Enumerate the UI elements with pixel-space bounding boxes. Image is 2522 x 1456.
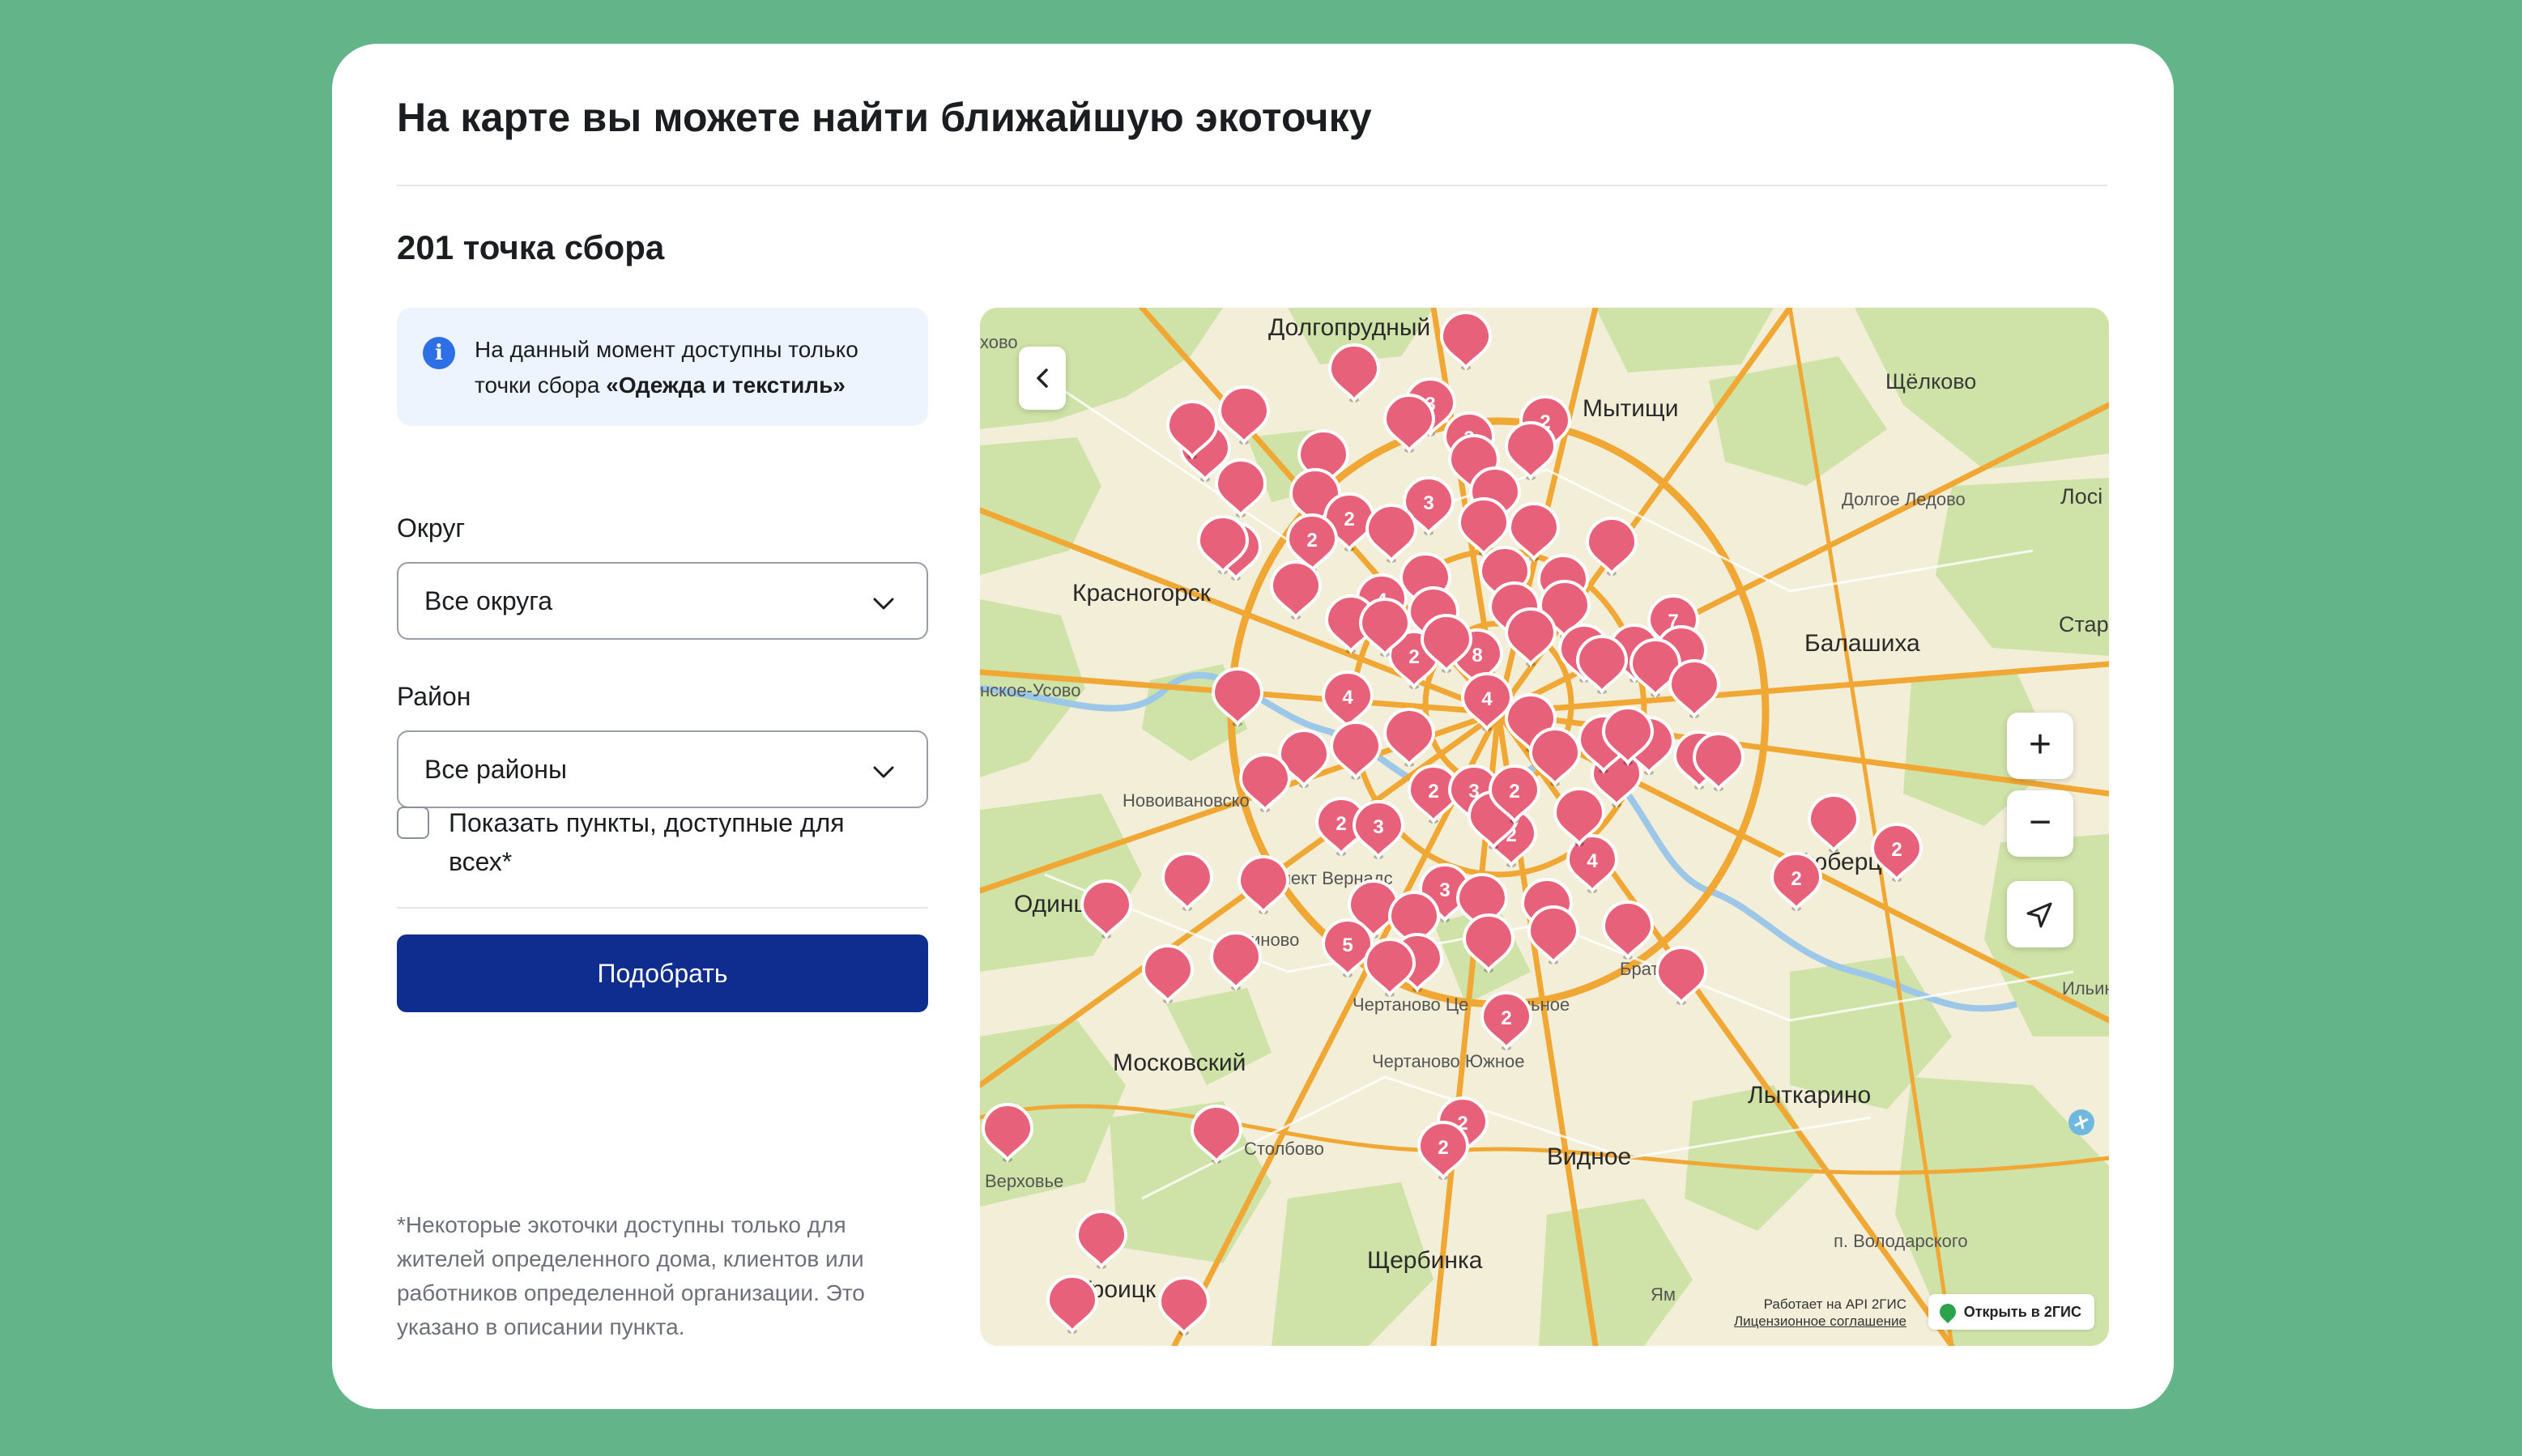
divider — [397, 185, 2107, 186]
map-marker[interactable] — [1080, 879, 1133, 939]
map-marker[interactable] — [1382, 708, 1436, 768]
map-marker[interactable] — [1161, 852, 1214, 912]
district-select-value: Все округа — [424, 586, 553, 615]
map-marker[interactable] — [1141, 944, 1195, 1004]
map-marker[interactable] — [1527, 905, 1580, 965]
map-marker[interactable] — [1365, 504, 1418, 564]
2gis-leaf-icon — [1936, 1300, 1959, 1324]
attribution-api: Работает на API 2ГИС — [1763, 1296, 1906, 1312]
map-marker[interactable] — [1209, 931, 1263, 991]
area-label: Район — [397, 682, 471, 711]
map-marker[interactable] — [1046, 1275, 1099, 1335]
map-marker-count: 2 — [1408, 646, 1419, 668]
chevron-left-icon — [1037, 368, 1048, 388]
info-text: На данный момент доступны только точки с… — [475, 332, 912, 403]
open-in-2gis-button[interactable]: Открыть в 2ГИС — [1928, 1294, 2094, 1330]
map-marker[interactable] — [1157, 1276, 1211, 1336]
locate-me-button[interactable] — [2007, 881, 2073, 947]
map-marker[interactable]: 2 — [1416, 1121, 1470, 1181]
map-marker[interactable]: 2 — [1870, 823, 1923, 883]
map-marker[interactable] — [1329, 721, 1382, 781]
map-marker[interactable] — [1382, 394, 1436, 453]
map-marker[interactable] — [1238, 753, 1292, 813]
map-marker-count: 2 — [1509, 781, 1519, 803]
map-marker[interactable] — [1585, 517, 1638, 577]
map-marker[interactable]: 2 — [1480, 991, 1533, 1051]
map-marker-count: 4 — [1481, 688, 1493, 710]
zoom-out-button[interactable]: − — [2007, 790, 2073, 857]
map-marker-count: 2 — [1306, 530, 1317, 551]
map-marker-count: 2 — [1891, 839, 1902, 861]
map-marker-count: 4 — [1342, 687, 1353, 709]
license-link[interactable]: Лицензионное соглашение — [1734, 1313, 1906, 1330]
map-marker[interactable] — [1214, 458, 1267, 518]
apply-filter-button[interactable]: Подобрать — [397, 934, 928, 1012]
info-icon: i — [423, 337, 455, 369]
map-marker[interactable] — [1363, 938, 1416, 998]
map-marker-count: 8 — [1472, 645, 1482, 666]
map-marker[interactable] — [1439, 311, 1493, 371]
map-marker-count: 2 — [1336, 813, 1346, 835]
divider — [397, 907, 928, 909]
area-select-value: Все районы — [424, 755, 567, 784]
map-marker[interactable]: 2 — [1770, 852, 1823, 912]
map-marker[interactable] — [1269, 560, 1323, 620]
map-marker[interactable] — [1075, 1210, 1128, 1270]
area-select[interactable]: Все районы — [397, 730, 928, 808]
map-marker-count: 3 — [1373, 816, 1383, 838]
info-notice: i На данный момент доступны только точки… — [397, 308, 928, 426]
points-count-title: 201 точка сбора — [397, 228, 665, 266]
map-marker-count: 3 — [1423, 492, 1434, 514]
map-marker-count: 2 — [1791, 868, 1801, 890]
district-label: Округ — [397, 513, 465, 543]
map-marker[interactable] — [1462, 913, 1515, 973]
map-marker[interactable]: 4 — [1321, 671, 1374, 730]
map-marker[interactable] — [1575, 635, 1629, 695]
map-marker-count: 4 — [1587, 850, 1598, 872]
map-marker-count: 2 — [1344, 509, 1354, 530]
map-marker[interactable] — [1237, 855, 1290, 915]
map-marker[interactable] — [1528, 727, 1582, 787]
district-select[interactable]: Все округа — [397, 562, 928, 640]
map-marker[interactable] — [1807, 794, 1860, 854]
map-attribution: Работает на API 2ГИС Лицензионное соглаш… — [1734, 1296, 1906, 1330]
map-marker-count: 5 — [1342, 934, 1353, 956]
zoom-in-button[interactable]: + — [2007, 713, 2073, 779]
map-marker[interactable] — [1504, 421, 1557, 481]
info-text-bold: «Одежда и текстиль» — [606, 373, 846, 398]
map[interactable]: Долгопрудный Мытищи Щёлково Долгое Ледов… — [980, 308, 2109, 1346]
navigation-arrow-icon — [2026, 902, 2052, 928]
public-points-checkbox-label[interactable]: Показать пункты, доступные для всех* — [449, 803, 902, 881]
map-marker[interactable] — [1327, 343, 1381, 403]
map-marker-count: 2 — [1501, 1007, 1511, 1029]
public-points-checkbox[interactable] — [397, 807, 429, 839]
map-marker-count: 3 — [1439, 879, 1450, 901]
map-marker[interactable] — [1655, 946, 1708, 1006]
chevron-down-icon — [873, 598, 894, 610]
map-marker[interactable]: 3 — [1352, 800, 1405, 860]
map-marker[interactable] — [1668, 659, 1721, 719]
map-marker-count: 2 — [1428, 781, 1438, 803]
page-title: На карте вы можете найти ближайшую экото… — [397, 95, 1372, 140]
map-marker[interactable] — [981, 1103, 1034, 1163]
map-marker-count: 2 — [1438, 1137, 1448, 1159]
chevron-down-icon — [873, 766, 894, 778]
map-marker[interactable] — [1504, 607, 1557, 667]
map-marker[interactable] — [1190, 1105, 1243, 1164]
open-in-2gis-label: Открыть в 2ГИС — [1963, 1304, 2081, 1320]
map-marker[interactable] — [1601, 900, 1655, 960]
collapse-panel-button[interactable] — [1019, 347, 1066, 410]
map-marker[interactable] — [1211, 667, 1264, 727]
map-marker[interactable]: 4 — [1460, 672, 1514, 732]
footnote: *Некоторые экоточки доступны только для … — [397, 1212, 865, 1339]
map-markers: 33232247284423232243522222 — [981, 311, 1923, 1336]
eco-points-card: На карте вы можете найти ближайшую экото… — [332, 44, 2174, 1409]
